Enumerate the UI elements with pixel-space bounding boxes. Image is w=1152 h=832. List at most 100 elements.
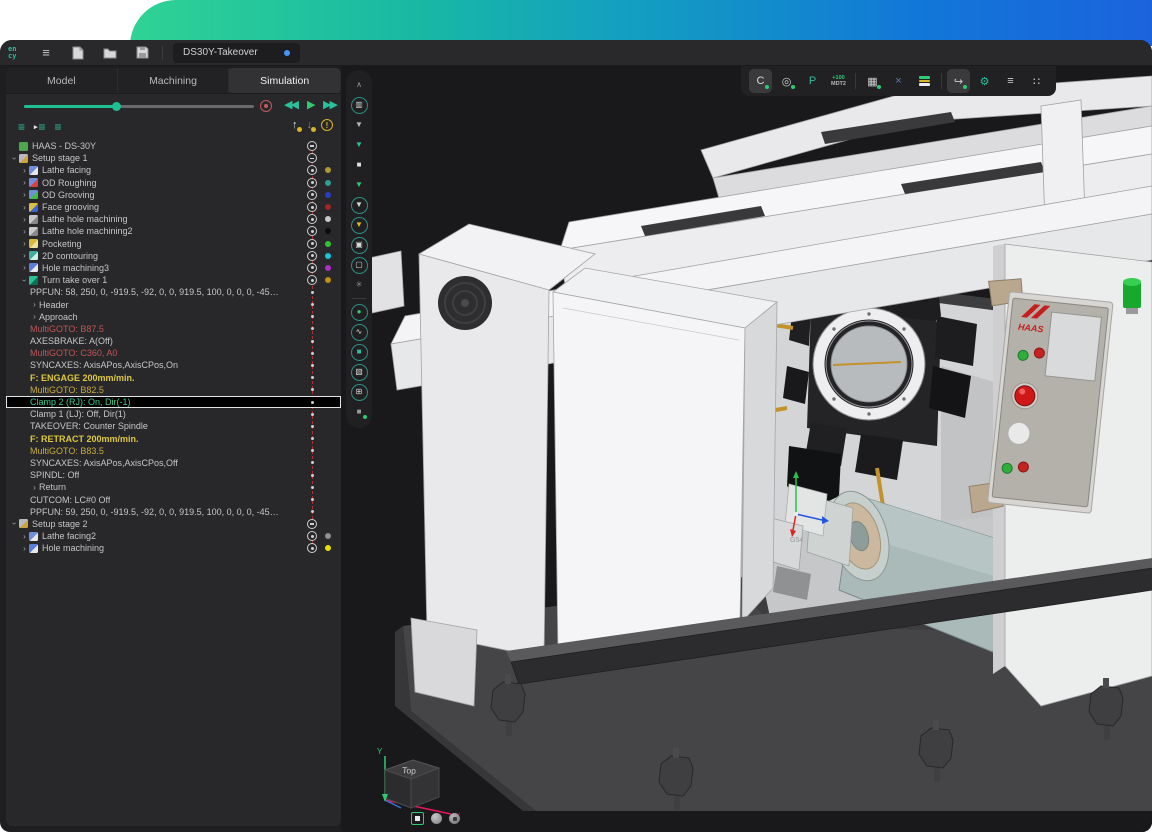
expander-icon[interactable]: ›	[20, 544, 29, 553]
tree-row[interactable]: SPINDL: Off	[6, 469, 341, 481]
tree-row[interactable]: ›Pocketing	[6, 238, 341, 250]
record-button[interactable]	[260, 100, 272, 112]
machine-visibility-icon[interactable]: ▥	[349, 95, 369, 115]
operation-color-dot[interactable]	[325, 167, 331, 173]
tab-model[interactable]: Model	[6, 68, 118, 93]
tree-row[interactable]: ›Setup stage 2	[6, 518, 341, 530]
document-tab[interactable]: DS30Y-Takeover	[173, 43, 300, 63]
visibility-toggle-icon[interactable]	[307, 531, 317, 541]
tree-row[interactable]: SYNCAXES: AxisAPos,AxisCPos,Off	[6, 457, 341, 469]
stock-layers-icon[interactable]	[913, 69, 936, 93]
tree-row[interactable]: ›Lathe hole machining	[6, 213, 341, 225]
tree-row[interactable]: ›Hole machining3	[6, 262, 341, 274]
visibility-toggle-icon[interactable]	[307, 202, 317, 212]
tree-row[interactable]: PPFUN: 58, 250, 0, -919.5, -92, 0, 0, 91…	[6, 286, 341, 298]
calculator-icon[interactable]: ▦	[861, 69, 884, 93]
operation-color-dot[interactable]	[325, 277, 331, 283]
active-tool-icon[interactable]: ▼	[349, 175, 369, 195]
expander-icon[interactable]: ›	[10, 519, 19, 528]
simulation-route-icon[interactable]: ↪	[947, 69, 970, 93]
tree-row[interactable]: F: RETRACT 200mm/min.	[6, 433, 341, 445]
expander-icon[interactable]: ›	[30, 483, 39, 492]
stock-model-icon[interactable]: ▢	[349, 255, 369, 275]
tree-row[interactable]: MultiGOTO: C360, A0	[6, 347, 341, 359]
expander-icon[interactable]: ›	[20, 532, 29, 541]
expander-icon[interactable]: ›	[20, 166, 29, 175]
toolpath-curve-icon[interactable]: ∿	[349, 322, 369, 342]
machine-axes-icon[interactable]: ×	[887, 69, 910, 93]
fit-view-button[interactable]	[411, 812, 424, 825]
tool-head-icon[interactable]: ▼	[349, 135, 369, 155]
expander-icon[interactable]: ›	[20, 251, 29, 260]
tab-simulation[interactable]: Simulation	[229, 68, 341, 93]
fixture-icon[interactable]: ▣	[349, 235, 369, 255]
tree-row[interactable]: F: ENGAGE 200mm/min.	[6, 372, 341, 384]
tree-row[interactable]: CUTCOM: LC#0 Off	[6, 493, 341, 505]
tree-row[interactable]: ›Lathe facing2	[6, 530, 341, 542]
tree-row[interactable]: MultiGOTO: B82.5	[6, 384, 341, 396]
tree-row[interactable]: ›Lathe facing	[6, 164, 341, 176]
collapse-tree-icon[interactable]: ≡	[18, 120, 25, 134]
operation-color-dot[interactable]	[325, 533, 331, 539]
simulation-progress-slider[interactable]	[24, 105, 254, 108]
expander-icon[interactable]: ›	[20, 190, 29, 199]
expander-icon[interactable]: ›	[30, 312, 39, 321]
stock-compare-icon[interactable]: ▧	[349, 362, 369, 382]
tree-row[interactable]: SYNCAXES: AxisAPos,AxisCPos,On	[6, 359, 341, 371]
operation-color-dot[interactable]	[325, 265, 331, 271]
tool-measure-icon[interactable]: ▼	[349, 215, 369, 235]
lower-item-icon[interactable]: ↓	[307, 119, 313, 131]
tree-row[interactable]: ›OD Grooving	[6, 189, 341, 201]
visibility-toggle-icon[interactable]	[307, 214, 317, 224]
tree-row[interactable]: ›Return	[6, 481, 341, 493]
new-file-icon[interactable]	[66, 43, 90, 63]
visibility-toggle-icon[interactable]	[307, 251, 317, 261]
tree-row[interactable]: Clamp 1 (LJ): Off, Dir(1)	[6, 408, 341, 420]
raise-item-icon[interactable]: ↑	[292, 119, 298, 131]
mesh-view-icon[interactable]: ⊞	[349, 382, 369, 402]
shaded-view-button[interactable]	[431, 813, 442, 824]
operation-color-dot[interactable]	[325, 241, 331, 247]
tree-row[interactable]: PPFUN: 59, 250, 0, -919.5, -92, 0, 0, 91…	[6, 506, 341, 518]
expander-icon[interactable]: ›	[10, 154, 19, 163]
machine-3d-model[interactable]: G54	[341, 66, 1152, 832]
chips-icon[interactable]: ✳	[349, 275, 369, 295]
tree-row[interactable]: MultiGOTO: B87.5	[6, 323, 341, 335]
probe-inspect-icon[interactable]: ◎	[775, 69, 798, 93]
visibility-toggle-icon[interactable]	[307, 275, 317, 285]
tool-holder-icon[interactable]: ▼	[349, 115, 369, 135]
expander-icon[interactable]: ›	[20, 227, 29, 236]
fast-forward-button[interactable]: ▶▶	[323, 98, 336, 111]
operation-color-dot[interactable]	[325, 204, 331, 210]
expander-icon[interactable]: ›	[20, 178, 29, 187]
tool-tip-icon[interactable]: ▼	[349, 195, 369, 215]
operation-color-dot[interactable]	[325, 180, 331, 186]
visibility-toggle-icon[interactable]	[307, 263, 317, 273]
expander-icon[interactable]: ›	[20, 263, 29, 272]
visibility-toggle-icon[interactable]	[307, 239, 317, 249]
expand-all-icon[interactable]: ≡	[55, 120, 62, 134]
visibility-toggle-icon[interactable]	[307, 190, 317, 200]
rapid-override-icon[interactable]: +100MDT2	[827, 69, 850, 93]
viewport-3d[interactable]: G54	[341, 66, 1152, 832]
scroll-up-icon[interactable]: ∧	[349, 75, 369, 95]
tree-row[interactable]: ›Turn take over 1	[6, 274, 341, 286]
operation-color-dot[interactable]	[325, 192, 331, 198]
result-block-icon[interactable]: ■	[349, 402, 369, 422]
tree-row[interactable]: ›Setup stage 1	[6, 152, 341, 164]
c-axis-rotation-icon[interactable]: C	[749, 69, 772, 93]
operation-color-dot[interactable]	[325, 228, 331, 234]
operation-color-dot[interactable]	[325, 253, 331, 259]
expander-icon[interactable]: ›	[20, 215, 29, 224]
simulation-settings-icon[interactable]: ≡	[999, 69, 1022, 93]
tree-row[interactable]: ›Hole machining	[6, 542, 341, 554]
tree-row[interactable]: ›2D contouring	[6, 250, 341, 262]
slider-thumb[interactable]	[112, 102, 121, 111]
tree-row[interactable]: ›Header	[6, 298, 341, 310]
tree-row[interactable]: HAAS - DS-30Y	[6, 140, 341, 152]
main-menu-icon[interactable]: ≡	[34, 43, 58, 63]
visibility-toggle-icon[interactable]	[307, 165, 317, 175]
tree-row[interactable]: AXESBRAKE: A(Off)	[6, 335, 341, 347]
visibility-toggle-icon[interactable]	[307, 153, 317, 163]
tree-row[interactable]: MultiGOTO: B83.5	[6, 445, 341, 457]
